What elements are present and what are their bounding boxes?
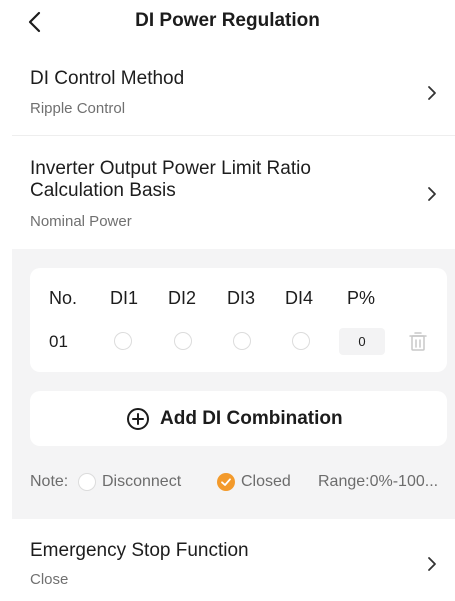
header-di4: DI4 [285, 288, 314, 308]
di-control-method-row[interactable]: DI Control Method Ripple Control [12, 56, 455, 136]
note-closed: Closed [241, 473, 291, 490]
note-disconnect: Disconnect [102, 473, 182, 490]
header-di1: DI1 [110, 288, 139, 308]
di-control-method-title: DI Control Method [30, 68, 185, 89]
di4-radio[interactable] [292, 332, 310, 350]
header-di3: DI3 [227, 288, 256, 308]
di-control-method-value: Ripple Control [30, 100, 126, 117]
header-di2: DI2 [168, 288, 197, 308]
di2-radio[interactable] [174, 332, 192, 350]
di1-radio[interactable] [114, 332, 132, 350]
header-bar: DI Power Regulation [0, 0, 455, 44]
header-no: No. [49, 288, 78, 308]
plus-circle-icon [126, 407, 150, 431]
di-combination-table: No. DI1 DI2 DI3 DI4 P% 01 0 [30, 268, 447, 372]
emergency-stop-title: Emergency Stop Function [30, 540, 249, 561]
note-range: Range:0%-100... [318, 473, 439, 490]
trash-icon [409, 332, 427, 351]
chevron-right-icon [423, 84, 441, 102]
calculation-basis-title: Inverter Output Power Limit Ratio Calcul… [30, 158, 311, 201]
chevron-right-icon [423, 555, 441, 573]
percent-input[interactable]: 0 [339, 328, 385, 355]
page-title: DI Power Regulation [135, 10, 320, 31]
open-circle-icon [78, 473, 96, 491]
add-di-combination-button[interactable]: Add DI Combination [30, 391, 447, 446]
check-circle-icon [217, 473, 235, 491]
emergency-stop-value: Close [30, 571, 69, 588]
row-number: 01 [49, 332, 68, 351]
chevron-right-icon [423, 185, 441, 203]
di3-radio[interactable] [233, 332, 251, 350]
calculation-basis-value: Nominal Power [30, 213, 132, 230]
header-percent: P% [347, 288, 376, 308]
note-label: Note: [30, 473, 69, 490]
add-di-combination-label: Add DI Combination [160, 408, 343, 429]
calculation-basis-row[interactable]: Inverter Output Power Limit Ratio Calcul… [12, 137, 455, 249]
emergency-stop-row[interactable]: Emergency Stop Function Close [12, 520, 455, 601]
delete-button[interactable] [408, 331, 428, 353]
